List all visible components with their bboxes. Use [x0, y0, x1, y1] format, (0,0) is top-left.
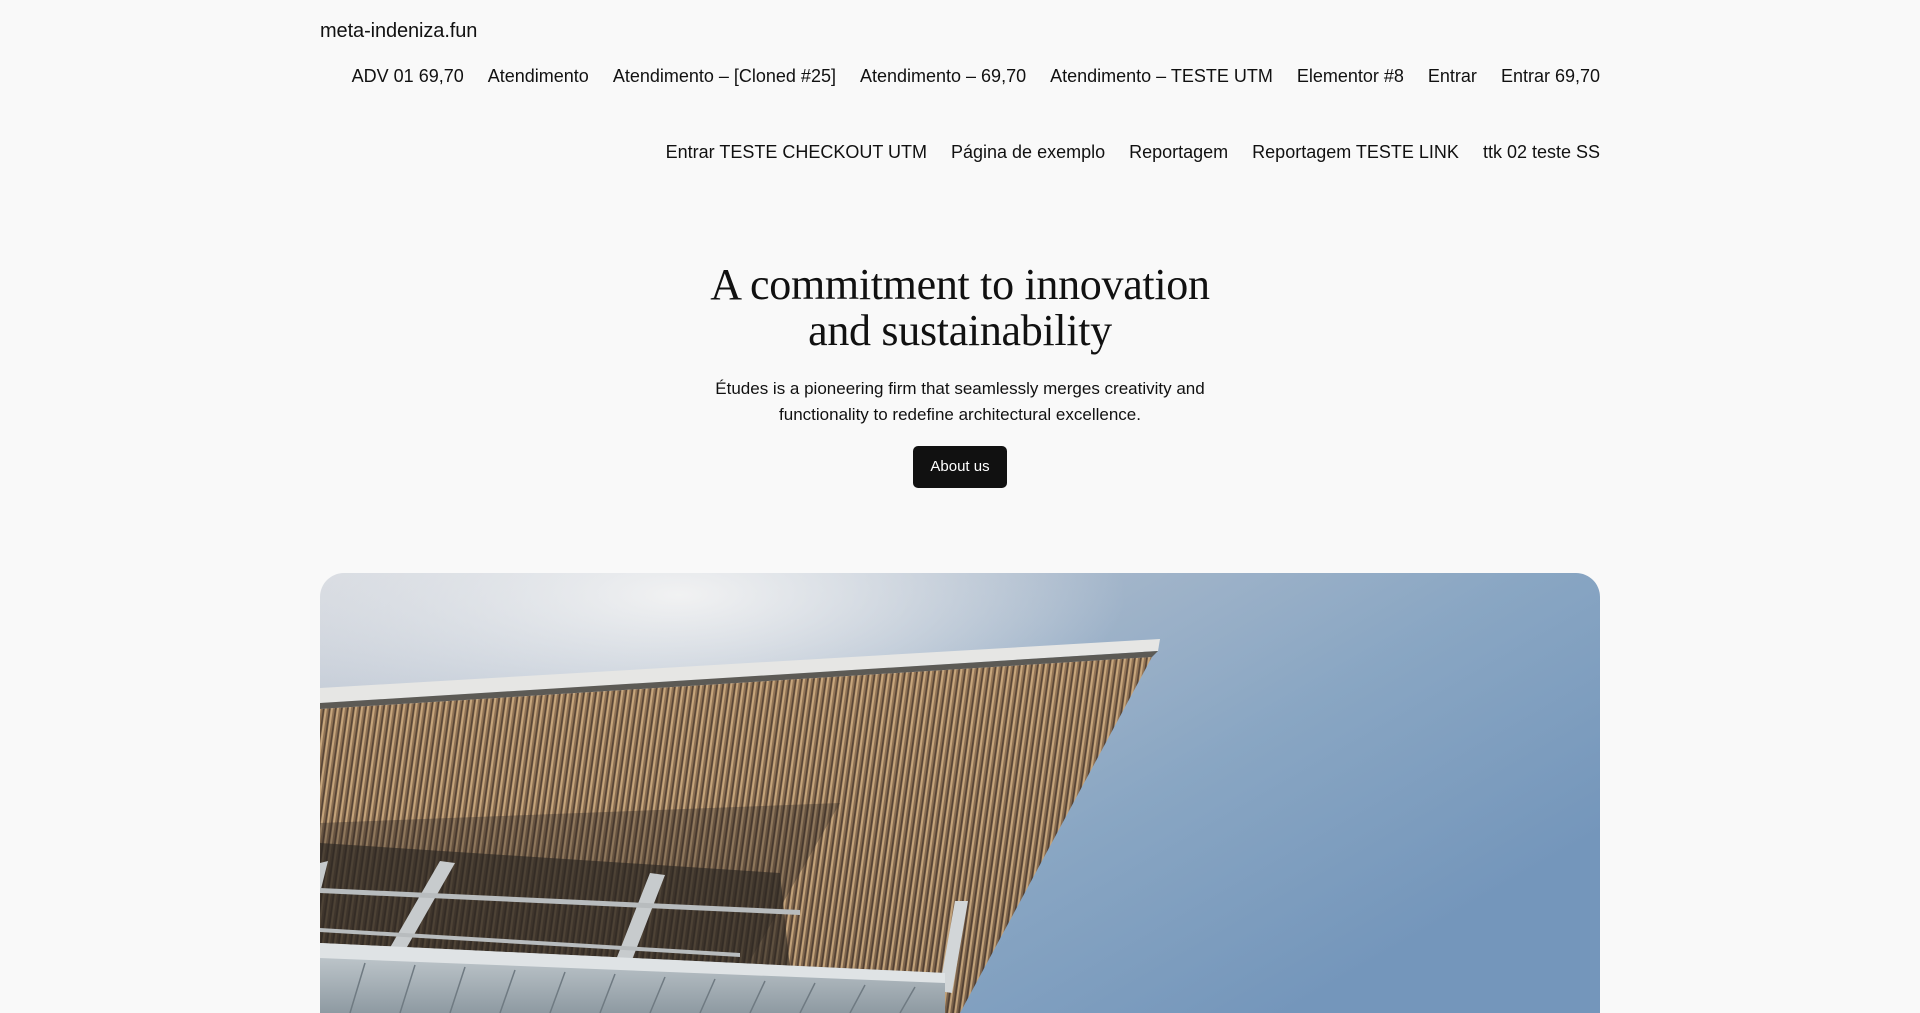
hero-title-line-2: and sustainability	[808, 306, 1112, 355]
main-navigation: ADV 01 69,70 Atendimento Atendimento – […	[300, 64, 1600, 164]
hero-title-line-1: A commitment to innovation	[710, 260, 1210, 309]
nav-item-reportagem[interactable]: Reportagem	[1129, 140, 1228, 164]
hero-title: A commitment to innovation and sustainab…	[680, 262, 1240, 354]
nav-item-entrar-69-70[interactable]: Entrar 69,70	[1501, 64, 1600, 88]
nav-item-pagina-de-exemplo[interactable]: Página de exemplo	[951, 140, 1105, 164]
nav-item-entrar-teste-checkout-utm[interactable]: Entrar TESTE CHECKOUT UTM	[666, 140, 927, 164]
building-photo	[320, 573, 1600, 1013]
hero-section: A commitment to innovation and sustainab…	[0, 262, 1920, 488]
hero-description: Études is a pioneering firm that seamles…	[715, 379, 1205, 424]
nav-item-atendimento-cloned-25[interactable]: Atendimento – [Cloned #25]	[613, 64, 836, 88]
nav-item-reportagem-teste-link[interactable]: Reportagem TESTE LINK	[1252, 140, 1459, 164]
hero-image	[320, 573, 1600, 1013]
about-us-button[interactable]: About us	[913, 446, 1007, 488]
nav-item-entrar[interactable]: Entrar	[1428, 64, 1477, 88]
nav-item-atendimento-teste-utm[interactable]: Atendimento – TESTE UTM	[1050, 64, 1273, 88]
nav-item-atendimento-69-70[interactable]: Atendimento – 69,70	[860, 64, 1026, 88]
nav-item-atendimento[interactable]: Atendimento	[488, 64, 589, 88]
nav-item-adv-01-69-70[interactable]: ADV 01 69,70	[352, 64, 464, 88]
nav-item-ttk-02-teste-ss[interactable]: ttk 02 teste SS	[1483, 140, 1600, 164]
site-title[interactable]: meta-indeniza.fun	[320, 20, 477, 43]
nav-item-elementor-8[interactable]: Elementor #8	[1297, 64, 1404, 88]
